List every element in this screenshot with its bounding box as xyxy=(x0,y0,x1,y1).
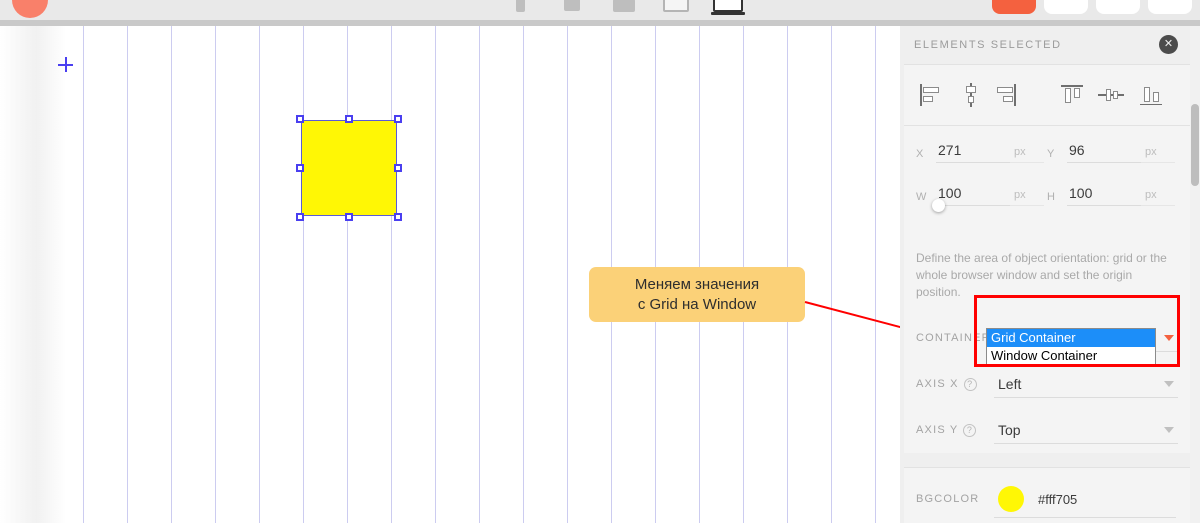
app-root: Меняем значения с Grid на Window ELEMENT… xyxy=(0,0,1200,523)
align-bottom-icon[interactable] xyxy=(1137,82,1162,108)
option-window-container[interactable]: Window Container xyxy=(987,347,1155,365)
resize-handle-nw[interactable] xyxy=(296,115,304,123)
h-input[interactable]: 100 xyxy=(1067,185,1141,206)
axis-x-label-text: AXIS X xyxy=(916,378,959,390)
chevron-down-icon[interactable] xyxy=(1164,381,1174,387)
bgcolor-value[interactable]: #fff705 xyxy=(1038,492,1077,507)
axis-y-field[interactable]: AXIS Y ? Top xyxy=(904,407,1190,453)
y-input[interactable]: 96 xyxy=(1067,142,1141,163)
tablet-icon[interactable] xyxy=(609,0,639,14)
bgcolor-underline xyxy=(994,517,1176,518)
help-icon[interactable]: ? xyxy=(963,423,977,437)
h-unit: px xyxy=(1141,189,1175,206)
option-grid-container[interactable]: Grid Container xyxy=(987,329,1155,347)
preview-button[interactable] xyxy=(1044,0,1088,14)
tablet-portrait-icon[interactable] xyxy=(557,0,587,14)
axis-y-label: AXIS Y ? xyxy=(916,423,994,437)
size-row: W 100 px H 100 px xyxy=(916,185,1178,212)
resize-handle-ne[interactable] xyxy=(394,115,402,123)
align-center-horizontal-icon[interactable] xyxy=(957,82,978,108)
bgcolor-field[interactable]: BGCOLOR #fff705 xyxy=(904,468,1190,523)
h-label: H xyxy=(1047,191,1056,203)
y-label: Y xyxy=(1047,148,1056,160)
origin-crosshair-icon xyxy=(58,57,73,72)
axis-x-field[interactable]: AXIS X ? Left xyxy=(904,361,1190,407)
w-input[interactable]: 100 xyxy=(936,185,1010,206)
align-middle-vertical-icon[interactable] xyxy=(1097,82,1125,108)
resize-handle-s[interactable] xyxy=(345,213,353,221)
publish-button[interactable] xyxy=(992,0,1036,14)
window-scrollbar[interactable] xyxy=(1190,26,1200,523)
color-swatch[interactable] xyxy=(998,486,1024,512)
container-description: Define the area of object orientation: g… xyxy=(916,251,1167,299)
w-unit: px xyxy=(1010,189,1044,206)
top-actions xyxy=(992,0,1192,14)
bgcolor-label: BGCOLOR xyxy=(916,493,980,505)
chevron-down-icon[interactable] xyxy=(1164,427,1174,433)
scrollbar-thumb[interactable] xyxy=(1191,104,1199,186)
geometry-card: X 271 px Y 96 px W 100 px H 100 px Defin… xyxy=(904,125,1190,453)
resize-handle-e[interactable] xyxy=(394,164,402,172)
container-label: CONTAINER xyxy=(916,332,991,344)
h-field[interactable]: H 100 px xyxy=(1047,185,1178,206)
container-dropdown-options[interactable]: Grid Container Window Container xyxy=(986,328,1156,366)
panel-header: ELEMENTS SELECTED ✕ xyxy=(904,26,1190,64)
resize-handle-w[interactable] xyxy=(296,164,304,172)
resize-handle-sw[interactable] xyxy=(296,213,304,221)
alignment-card xyxy=(904,64,1190,125)
axis-y-select[interactable]: Top xyxy=(994,416,1178,444)
bgcolor-card: BGCOLOR #fff705 xyxy=(904,467,1190,523)
axis-y-value: Top xyxy=(998,421,1021,438)
resize-handle-se[interactable] xyxy=(394,213,402,221)
account-button[interactable] xyxy=(1148,0,1192,14)
laptop-icon[interactable] xyxy=(661,0,691,14)
top-toolbar xyxy=(0,0,1200,20)
x-input[interactable]: 271 xyxy=(936,142,1010,163)
selected-rectangle[interactable] xyxy=(296,115,402,221)
resize-handle-n[interactable] xyxy=(345,115,353,123)
x-label: X xyxy=(916,148,925,160)
align-top-icon[interactable] xyxy=(1058,82,1083,108)
align-left-icon[interactable] xyxy=(918,82,939,108)
phone-icon[interactable] xyxy=(505,0,535,14)
rectangle-fill[interactable] xyxy=(301,120,397,216)
x-field[interactable]: X 271 px xyxy=(916,142,1047,163)
axis-x-label: AXIS X ? xyxy=(916,377,994,391)
w-field[interactable]: W 100 px xyxy=(916,185,1047,212)
align-right-icon[interactable] xyxy=(996,82,1018,108)
inspector-panel: ELEMENTS SELECTED ✕ X 271 px Y 96 px W 1… xyxy=(900,26,1200,523)
annotation-callout: Меняем значения с Grid на Window xyxy=(589,267,805,322)
axis-x-select[interactable]: Left xyxy=(994,370,1178,398)
chevron-down-icon[interactable] xyxy=(1164,335,1174,341)
y-field[interactable]: Y 96 px xyxy=(1047,142,1178,163)
position-row: X 271 px Y 96 px xyxy=(916,142,1178,163)
alignment-toolbar xyxy=(904,65,1190,125)
y-unit: px xyxy=(1141,146,1175,163)
panel-title: ELEMENTS SELECTED xyxy=(914,39,1062,51)
app-logo[interactable] xyxy=(12,0,48,18)
help-icon[interactable]: ? xyxy=(963,377,977,391)
close-icon[interactable]: ✕ xyxy=(1159,35,1178,54)
axis-y-label-text: AXIS Y xyxy=(916,424,959,436)
axis-x-value: Left xyxy=(998,375,1022,392)
width-slider-handle[interactable] xyxy=(932,199,945,212)
x-unit: px xyxy=(1010,146,1044,163)
device-breakpoint-group xyxy=(505,0,745,15)
settings-button[interactable] xyxy=(1096,0,1140,14)
desktop-icon[interactable] xyxy=(711,0,745,15)
